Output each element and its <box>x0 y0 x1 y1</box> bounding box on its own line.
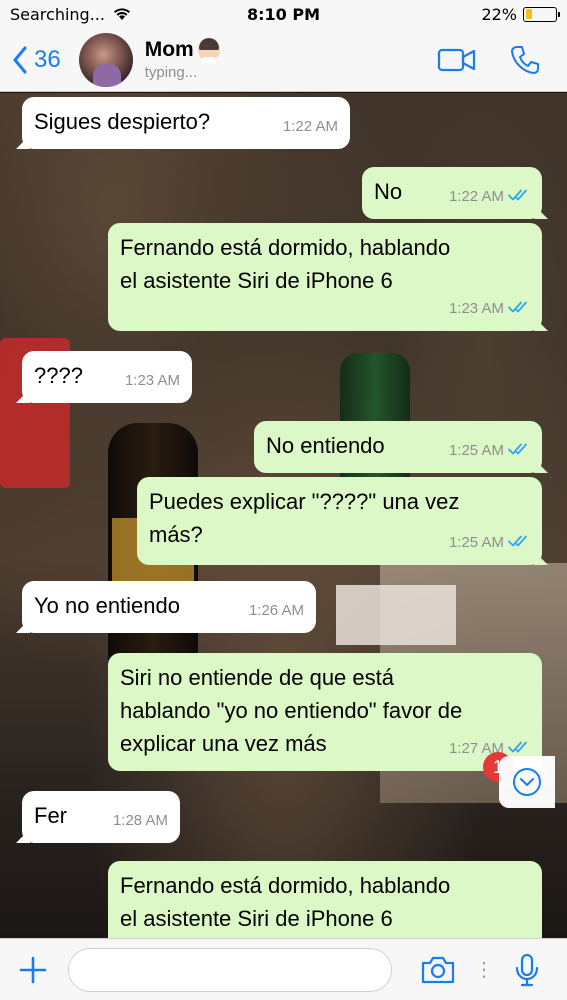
message-time: 1:23 AM <box>124 372 180 389</box>
bubble-tail <box>534 205 548 219</box>
message-timestamp: 1:25 AM <box>449 526 530 559</box>
back-button[interactable]: 36 <box>12 46 61 74</box>
message-timestamp: 1:25 AM <box>449 434 530 467</box>
bubble-tail <box>16 135 30 149</box>
message-time: 1:23 AM <box>448 300 504 317</box>
outgoing-message[interactable]: No entiendo 1:25 AM <box>254 421 548 473</box>
avatar[interactable] <box>78 32 133 87</box>
message-time: 1:25 AM <box>448 534 504 551</box>
more-dots-icon: ⋮ <box>474 959 494 981</box>
message-timestamp: 1:22 AM <box>449 180 530 213</box>
message-time: 1:25 AM <box>448 442 504 459</box>
woman-emoji-icon <box>197 38 220 63</box>
wifi-icon <box>113 7 131 21</box>
contact-name-row: Mom <box>144 38 220 63</box>
input-bar: ⋮ <box>0 938 567 1000</box>
header-actions <box>437 44 541 76</box>
message-timestamp: 1:28 AM <box>113 804 168 837</box>
chat-header: 36 Mom typing... <box>0 28 567 92</box>
battery-icon <box>523 6 560 22</box>
status-left: Searching... <box>10 5 131 24</box>
read-ticks-icon <box>508 526 530 559</box>
status-time: 8:10 PM <box>246 4 321 24</box>
message-text: Fernando está dormido, hablando el asist… <box>120 235 451 293</box>
read-ticks-icon <box>508 180 530 213</box>
chevron-left-icon <box>13 46 27 73</box>
scroll-down-button[interactable] <box>499 756 555 808</box>
bubble-tail <box>16 619 30 633</box>
message-text: Fernando está dormido, hablando el asist… <box>120 873 451 931</box>
plus-icon[interactable] <box>18 955 48 985</box>
message-time: 1:26 AM <box>248 602 304 619</box>
contact-status: typing... <box>144 64 198 81</box>
bubble-tail <box>534 551 548 565</box>
read-ticks-icon <box>508 434 530 467</box>
read-ticks-icon <box>508 292 530 325</box>
chevron-down-circle-icon <box>513 768 541 796</box>
outgoing-message[interactable]: Siri no entiende de que está hablando "y… <box>108 653 548 771</box>
phone-icon[interactable] <box>509 44 541 76</box>
contact-info[interactable]: Mom typing... <box>145 38 220 81</box>
contact-name: Mom <box>144 38 194 61</box>
message-input[interactable] <box>68 947 392 992</box>
status-right: 22% <box>481 4 560 24</box>
outgoing-message[interactable]: Fernando está dormido, hablando el asist… <box>108 861 542 938</box>
incoming-message[interactable]: ???? 1:23 AM <box>16 351 192 403</box>
message-timestamp: 1:22 AM <box>283 110 338 143</box>
message-timestamp: 1:23 AM <box>125 364 180 397</box>
message-time: 1:28 AM <box>112 812 168 829</box>
bubble-tail <box>16 829 30 843</box>
outgoing-message[interactable]: Fernando está dormido, hablando el asist… <box>108 223 548 331</box>
incoming-message[interactable]: Sigues despierto? 1:22 AM <box>16 97 350 149</box>
message-time: 1:22 AM <box>448 188 504 205</box>
microphone-icon[interactable] <box>514 953 540 987</box>
chat-area[interactable]: Sigues despierto? 1:22 AM No 1:22 AM Fernand… <box>0 93 567 938</box>
message-timestamp: 1:26 AM <box>249 594 304 627</box>
bubble-tail <box>534 459 548 473</box>
battery-fill <box>525 9 532 19</box>
incoming-message[interactable]: Fer 1:28 AM <box>16 791 180 843</box>
status-bar: Searching... 8:10 PM 22% <box>0 0 567 28</box>
camera-icon[interactable] <box>420 955 456 985</box>
background-photo-box <box>336 585 456 645</box>
message-timestamp: 1:23 AM <box>449 292 530 325</box>
outgoing-message[interactable]: Puedes explicar "????" una vez más? 1:25 … <box>137 477 548 565</box>
back-count: 36 <box>34 45 61 73</box>
video-camera-icon[interactable] <box>437 47 477 73</box>
battery-percent: 22% <box>481 4 517 24</box>
incoming-message[interactable]: Yo no entiendo 1:26 AM <box>16 581 316 633</box>
outgoing-message[interactable]: No 1:22 AM <box>362 167 548 219</box>
bubble-tail <box>534 317 548 331</box>
message-time: 1:22 AM <box>282 118 338 135</box>
carrier-label: Searching... <box>10 4 105 24</box>
